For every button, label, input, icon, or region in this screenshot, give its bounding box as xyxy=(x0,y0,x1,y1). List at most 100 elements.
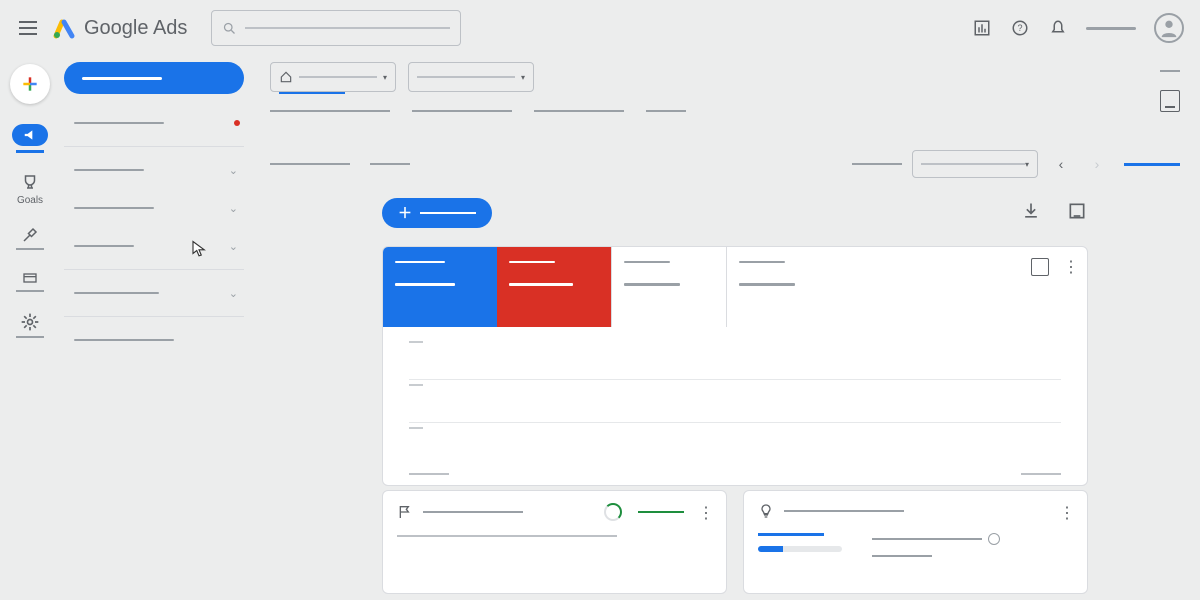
active-range-indicator xyxy=(1124,163,1180,166)
flag-icon xyxy=(397,504,413,520)
caret-down-icon: ▾ xyxy=(383,73,387,82)
product-logo[interactable]: Google Ads xyxy=(52,16,187,40)
tools-icon xyxy=(20,226,40,244)
overview-card: ⋮ xyxy=(382,246,1088,486)
expand-icon[interactable] xyxy=(1066,200,1088,222)
rail-item-campaigns[interactable] xyxy=(12,124,48,153)
left-rail: Goals xyxy=(0,56,60,338)
rail-item-goals[interactable]: Goals xyxy=(17,173,43,206)
filter-label xyxy=(370,163,410,165)
scorecard-clicks[interactable] xyxy=(383,247,497,327)
account-avatar[interactable] xyxy=(1154,13,1184,43)
caret-down-icon: ▾ xyxy=(1025,160,1029,169)
trophy-icon xyxy=(20,173,40,191)
download-icon[interactable] xyxy=(1020,200,1042,222)
date-label xyxy=(852,163,902,165)
loading-status xyxy=(638,511,684,513)
more-vert-icon[interactable]: ⋮ xyxy=(698,503,714,523)
chevron-down-icon: ⌄ xyxy=(229,202,238,215)
chevron-down-icon: ⌄ xyxy=(229,240,238,253)
plus-icon: ＋ xyxy=(398,203,412,223)
lower-cards: ⋮ ⋮ xyxy=(382,490,1088,594)
lightbulb-icon xyxy=(758,503,774,519)
y-tick xyxy=(409,384,423,386)
y-tick xyxy=(409,341,423,343)
main-content: ＋ xyxy=(382,198,1088,486)
breadcrumb xyxy=(270,110,686,112)
view-controls: ▾ ‹ › xyxy=(270,150,1180,178)
account-selector[interactable]: ▾ xyxy=(270,62,396,92)
scope-selectors: ▾ ▾ xyxy=(270,62,1180,92)
reports-icon[interactable] xyxy=(972,18,992,38)
crumb-item[interactable] xyxy=(270,110,390,112)
side-nav: ⌄ ⌄ ⌄ ⌄ xyxy=(64,56,244,359)
more-vert-icon[interactable]: ⋮ xyxy=(1059,503,1075,523)
progress-bar xyxy=(758,546,842,552)
rail-item-tools[interactable] xyxy=(16,226,44,250)
right-rail xyxy=(1160,70,1180,112)
megaphone-icon xyxy=(22,128,38,142)
col-label xyxy=(872,538,982,540)
search-icon xyxy=(222,21,237,36)
x-tick-start xyxy=(409,473,449,475)
search-placeholder xyxy=(245,27,450,29)
y-tick xyxy=(409,427,423,429)
x-tick-end xyxy=(1021,473,1061,475)
header-actions: ? xyxy=(972,13,1184,43)
chart-settings-icon[interactable] xyxy=(1031,258,1049,276)
person-icon xyxy=(1158,17,1180,39)
help-icon[interactable]: ? xyxy=(1010,18,1030,38)
loading-spinner-icon xyxy=(604,503,622,521)
scorecard-row: ⋮ xyxy=(383,247,1087,327)
crumb-item[interactable] xyxy=(534,110,624,112)
optimization-card: ⋮ xyxy=(382,490,727,594)
app-header: Google Ads ? xyxy=(0,0,1200,56)
menu-icon[interactable] xyxy=(16,16,40,40)
account-label xyxy=(1086,27,1136,30)
info-icon[interactable] xyxy=(988,533,1000,545)
caret-down-icon: ▾ xyxy=(521,73,525,82)
product-name: Google Ads xyxy=(84,17,187,40)
scorecard-cpc[interactable] xyxy=(612,247,726,327)
recommendations-card: ⋮ xyxy=(743,490,1088,594)
sidenav-item-audiences[interactable] xyxy=(64,321,244,359)
sidenav-item-insights[interactable]: ⌄ xyxy=(64,151,244,189)
home-icon xyxy=(279,70,293,84)
scorecard-impressions[interactable] xyxy=(497,247,611,327)
rail-label-goals: Goals xyxy=(17,195,43,206)
campaign-selector[interactable]: ▾ xyxy=(408,62,534,92)
plus-multicolor-icon xyxy=(20,74,40,94)
rail-item-billing[interactable] xyxy=(16,270,44,292)
sidenav-item-campaigns[interactable]: ⌄ xyxy=(64,189,244,227)
date-range-selector[interactable]: ▾ xyxy=(912,150,1038,178)
progress-label xyxy=(758,533,824,536)
scorecard-cost[interactable] xyxy=(727,247,841,327)
more-vert-icon[interactable]: ⋮ xyxy=(1063,257,1077,277)
trend-chart xyxy=(383,327,1087,485)
save-view-icon[interactable] xyxy=(1160,90,1180,112)
sidenav-active-item[interactable] xyxy=(64,62,244,94)
card-title xyxy=(784,510,904,512)
create-button[interactable] xyxy=(10,64,50,104)
sidenav-item-ads[interactable]: ⌄ xyxy=(64,274,244,312)
sidenav-item-adgroups[interactable]: ⌄ xyxy=(64,227,244,265)
new-campaign-button[interactable]: ＋ xyxy=(382,198,492,228)
notifications-icon[interactable] xyxy=(1048,18,1068,38)
date-next-button[interactable]: › xyxy=(1084,151,1110,177)
gear-icon xyxy=(20,312,40,332)
card-title xyxy=(423,511,523,513)
google-ads-logo-icon xyxy=(52,16,76,40)
crumb-item[interactable] xyxy=(646,110,686,112)
rail-item-admin[interactable] xyxy=(16,312,44,338)
card-body-text xyxy=(397,535,617,537)
view-label xyxy=(270,163,350,165)
notification-dot-icon xyxy=(234,120,240,126)
svg-text:?: ? xyxy=(1017,23,1022,33)
chevron-down-icon: ⌄ xyxy=(229,287,238,300)
billing-icon xyxy=(20,270,40,286)
date-prev-button[interactable]: ‹ xyxy=(1048,151,1074,177)
search-input[interactable] xyxy=(211,10,461,46)
crumb-item[interactable] xyxy=(412,110,512,112)
col-value xyxy=(872,555,932,557)
sidenav-item-recommendations[interactable] xyxy=(64,104,244,142)
